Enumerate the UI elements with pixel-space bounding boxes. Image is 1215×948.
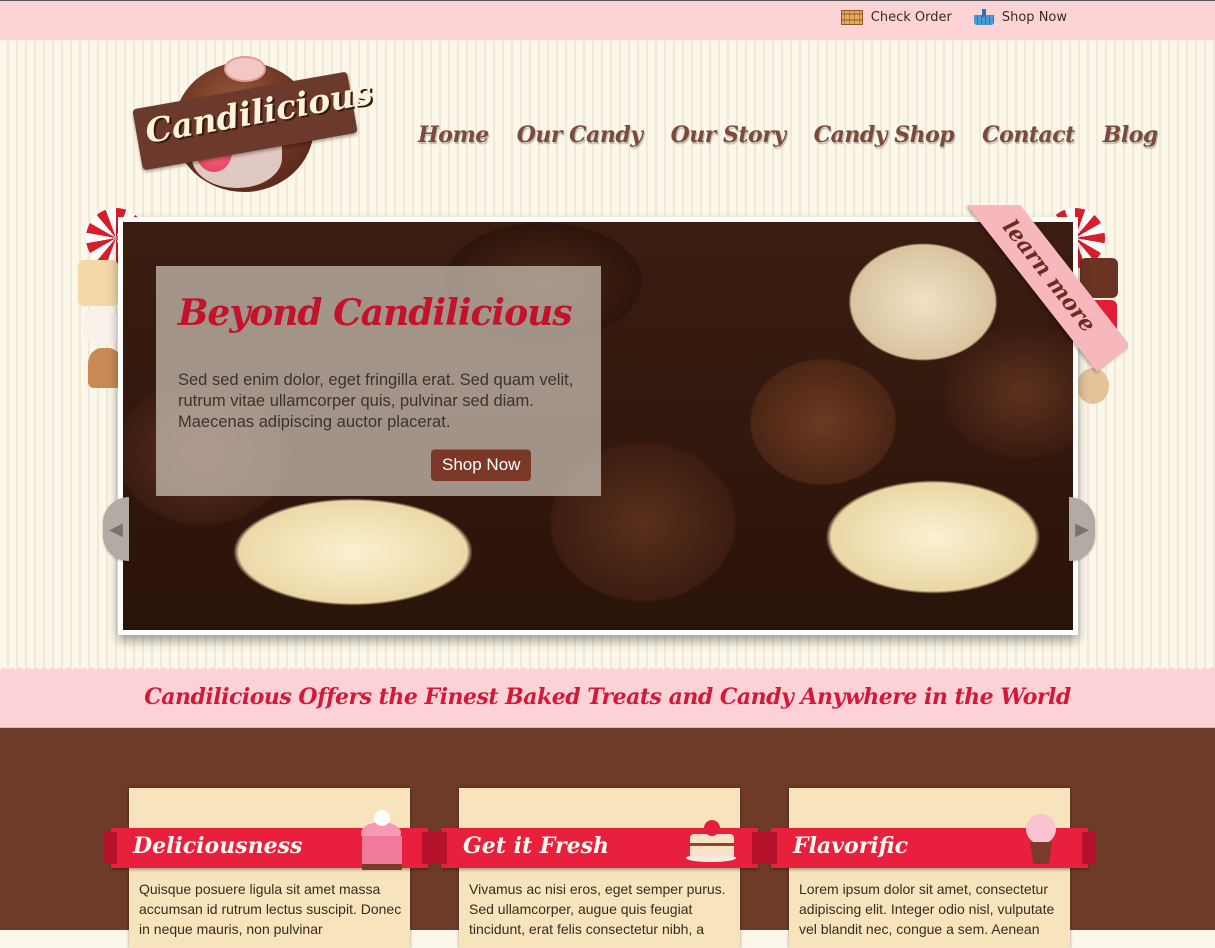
logo-bow-icon xyxy=(224,56,266,82)
hero-slider: Beyond Candilicious Sed sed enim dolor, … xyxy=(118,217,1078,635)
check-order-label: Check Order xyxy=(870,10,952,25)
slide-image-chocolates: Beyond Candilicious Sed sed enim dolor, … xyxy=(123,222,1073,630)
tagline-bar: Candilicious Offers the Finest Baked Tre… xyxy=(0,664,1215,727)
shop-now-link[interactable]: Shop Now xyxy=(973,8,1067,25)
nav-home[interactable]: Home xyxy=(418,122,489,148)
top-bar: Check Order Shop Now xyxy=(0,0,1215,47)
nav-blog[interactable]: Blog xyxy=(1103,122,1159,148)
cake-slice-icon xyxy=(356,806,406,870)
feature-ribbon: Deliciousness xyxy=(103,810,436,870)
cookie-icon xyxy=(1077,368,1109,404)
nav-contact[interactable]: Contact xyxy=(982,122,1075,148)
nav-our-story[interactable]: Our Story xyxy=(671,122,787,148)
muffin-icon xyxy=(88,348,122,388)
feature-ribbon: Flavorific xyxy=(763,814,1096,868)
main-nav: Home Our Candy Our Story Candy Shop Cont… xyxy=(418,122,1158,148)
feature-title: Get it Fresh xyxy=(463,833,609,859)
tagline-text: Candilicious Offers the Finest Baked Tre… xyxy=(144,684,1071,710)
slide-shop-now-button[interactable]: Shop Now xyxy=(431,449,532,481)
site-logo[interactable]: Candilicious xyxy=(132,56,375,206)
cream-puff-icon xyxy=(82,306,120,346)
cherry-cake-icon xyxy=(686,806,736,866)
nav-candy-shop[interactable]: Candy Shop xyxy=(814,122,955,148)
slide-text: Sed sed enim dolor, eget fringilla erat.… xyxy=(178,371,574,431)
slide-caption-box: Beyond Candilicious Sed sed enim dolor, … xyxy=(156,266,601,496)
feature-card-flavorific: Flavorific Lorem ipsum dolor sit amet, c… xyxy=(763,788,1096,948)
nav-our-candy[interactable]: Our Candy xyxy=(517,122,643,148)
feature-text: Lorem ipsum dolor sit amet, consectetur … xyxy=(799,881,1055,937)
cupcake-icon xyxy=(1016,806,1066,866)
feature-text: Vivamus ac nisi eros, eget semper purus.… xyxy=(469,881,726,937)
feature-card-deliciousness: Deliciousness Quisque posuere ligula sit… xyxy=(103,788,436,948)
top-links: Check Order Shop Now xyxy=(840,8,1067,25)
check-order-link[interactable]: Check Order xyxy=(840,10,952,25)
shop-now-label: Shop Now xyxy=(1001,10,1067,25)
chevron-right-icon: ▶ xyxy=(1075,518,1089,540)
feature-text: Quisque posuere ligula sit amet massa ac… xyxy=(139,881,402,937)
cheesecake-icon xyxy=(78,260,118,306)
order-grid-icon xyxy=(840,10,863,25)
slide-title: Beyond Candilicious xyxy=(178,292,573,334)
feature-title: Deliciousness xyxy=(133,833,303,859)
feature-ribbon: Get it Fresh xyxy=(433,820,766,868)
features-section: Deliciousness Quisque posuere ligula sit… xyxy=(0,727,1215,948)
feature-title: Flavorific xyxy=(793,833,909,859)
chevron-left-icon: ◀ xyxy=(109,518,123,540)
basket-icon xyxy=(973,8,994,25)
feature-card-get-it-fresh: Get it Fresh Vivamus ac nisi eros, eget … xyxy=(433,788,766,948)
